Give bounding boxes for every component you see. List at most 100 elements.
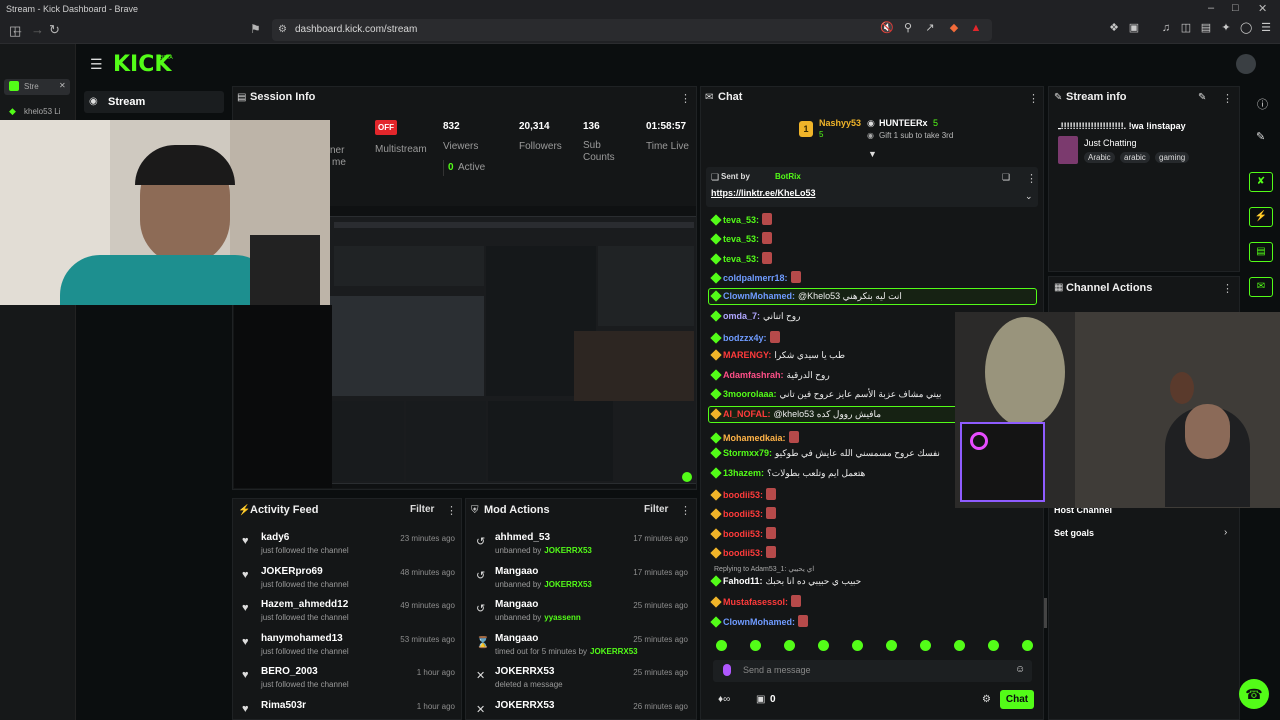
emote-icon[interactable] <box>716 640 727 651</box>
bookmark-icon[interactable]: ⚑ <box>250 22 261 36</box>
chat-username[interactable]: MARENGY: <box>723 350 771 360</box>
menu-icon[interactable]: ☰ <box>1260 22 1272 34</box>
chat-username[interactable]: boodii53: <box>723 529 763 539</box>
moderator-name[interactable]: yyassenn <box>544 613 580 622</box>
emote-icon[interactable] <box>784 640 795 651</box>
site-info-icon[interactable]: ⚙ <box>278 24 287 35</box>
stream-category[interactable]: Just Chatting <box>1084 138 1137 148</box>
screenshot-icon[interactable]: ▣ <box>1128 22 1140 34</box>
media-icon[interactable]: ♫ <box>1160 22 1172 34</box>
forward-icon[interactable]: → <box>31 22 44 37</box>
follower-name[interactable]: JOKERpro69 <box>261 566 323 577</box>
moderator-name[interactable]: JOKERRX53 <box>544 546 592 555</box>
reload-icon[interactable]: ↻ <box>49 22 60 38</box>
hamburger-icon[interactable]: ☰ <box>90 56 103 73</box>
emote-icon[interactable] <box>852 640 863 651</box>
chat-username[interactable]: AI_NOFAL: <box>723 409 771 419</box>
info-icon[interactable]: ⓘ <box>1257 96 1268 112</box>
leo-ai-icon[interactable]: ✦ <box>1220 22 1232 34</box>
flash-icon[interactable]: ⚡ <box>1249 207 1273 227</box>
follower-name[interactable]: kady6 <box>261 532 289 543</box>
chat-username[interactable]: boodii53: <box>723 490 763 500</box>
chat-username[interactable]: teva_53: <box>723 215 759 225</box>
chat-username[interactable]: bodzzx4y: <box>723 333 767 343</box>
expand-gift-icon[interactable]: ▼ <box>868 149 877 159</box>
gift-target[interactable]: HUNTEERx <box>879 118 928 128</box>
emote-icon[interactable] <box>988 640 999 651</box>
follower-name[interactable]: Rima503r <box>261 700 306 711</box>
chat-username[interactable]: Stormxx79: <box>723 448 772 458</box>
follower-name[interactable]: hanymohamed13 <box>261 633 343 644</box>
chat-username[interactable]: Fahod11: <box>723 576 763 586</box>
send-chat-button[interactable]: Chat <box>1000 690 1034 709</box>
moderator-name[interactable]: JOKERRX53 <box>590 647 638 656</box>
mod-target-name[interactable]: Mangaao <box>495 599 538 610</box>
edit-stream-info-icon[interactable]: ✎ <box>1198 92 1206 103</box>
brave-shields-icon[interactable]: ◆ <box>948 22 960 34</box>
close-window-icon[interactable]: ✕ <box>1258 2 1267 15</box>
unpin-icon[interactable]: ❏ <box>1002 172 1010 183</box>
chat-settings-icon[interactable]: ⚙ <box>982 694 991 705</box>
clip-icon[interactable]: ✘ <box>1249 172 1273 192</box>
pinned-link[interactable]: https://linktr.ee/KheLo53 <box>711 188 816 198</box>
chat-username[interactable]: boodii53: <box>723 548 763 558</box>
support-headset-icon[interactable]: ☎ <box>1239 679 1269 709</box>
set-goals-action[interactable]: Set goals <box>1054 528 1094 538</box>
chat-username[interactable]: boodii53: <box>723 509 763 519</box>
edit-icon[interactable]: ✎ <box>1256 130 1265 143</box>
set-goals-chevron-icon[interactable]: › <box>1224 527 1227 538</box>
brave-rewards-icon[interactable]: ▲ <box>970 22 982 34</box>
emote-icon[interactable] <box>920 640 931 651</box>
sidebar-panel-icon[interactable]: ◫ <box>1180 22 1192 34</box>
chat-username[interactable]: teva_53: <box>723 234 759 244</box>
chat-username[interactable]: 13hazem: <box>723 468 764 478</box>
emote-icon[interactable] <box>886 640 897 651</box>
chat-username[interactable]: coldpalmerr18: <box>723 273 788 283</box>
chat-username[interactable]: Mustafasessol: <box>723 597 788 607</box>
maximize-icon[interactable]: □ <box>1232 2 1239 14</box>
mod-target-name[interactable]: Mangaao <box>495 633 538 644</box>
moderator-name[interactable]: JOKERRX53 <box>544 580 592 589</box>
chat-username[interactable]: Mohamedkaia: <box>723 433 786 443</box>
stream-tag[interactable]: arabic <box>1120 152 1150 163</box>
tab-stream[interactable]: Stre ✕ <box>4 79 70 95</box>
mod-filter-button[interactable]: Filter <box>644 504 668 515</box>
note-icon[interactable]: ▤ <box>1249 242 1273 262</box>
emoji-icon[interactable]: ☺ <box>1015 664 1025 675</box>
minimize-icon[interactable]: – <box>1208 2 1214 14</box>
chat-username[interactable]: 3moorolaaa: <box>723 389 777 399</box>
mod-target-name[interactable]: ahhmed_53 <box>495 532 550 543</box>
chat-username[interactable]: omda_7: <box>723 311 760 321</box>
session-menu-icon[interactable]: ⋮ <box>680 92 691 105</box>
multistream-label[interactable]: Multistream <box>375 144 427 155</box>
follower-name[interactable]: BERO_2003 <box>261 666 318 677</box>
chat-username[interactable]: ClownMohamed: <box>723 291 795 301</box>
url-text[interactable]: dashboard.kick.com/stream <box>295 24 417 35</box>
channel-actions-menu-icon[interactable]: ⋮ <box>1222 282 1233 295</box>
activity-filter-button[interactable]: Filter <box>410 504 434 515</box>
pinned-menu-icon[interactable]: ⋮ <box>1026 172 1037 185</box>
mod-target-name[interactable]: JOKERRX53 <box>495 666 554 677</box>
chat-input[interactable]: Send a message ☺ <box>713 660 1032 682</box>
viewer-list-icon[interactable]: ▣ <box>756 694 765 705</box>
chat-modes-icon[interactable]: ♦∞ <box>718 694 730 705</box>
mod-target-name[interactable]: JOKERRX53 <box>495 700 554 711</box>
chat-bubble-icon[interactable]: ✉ <box>1249 277 1273 297</box>
chat-username[interactable]: Adamfashrah: <box>723 370 784 380</box>
mute-tab-icon[interactable]: 🔇 <box>880 22 894 34</box>
chat-scrollbar[interactable] <box>1044 598 1047 628</box>
activity-menu-icon[interactable]: ⋮ <box>446 504 457 517</box>
close-tab-icon[interactable]: ✕ <box>59 81 66 90</box>
chat-username[interactable]: teva_53: <box>723 254 759 264</box>
stream-info-menu-icon[interactable]: ⋮ <box>1222 92 1233 105</box>
back-icon[interactable]: ← <box>11 22 24 37</box>
vpn-icon[interactable]: ◯ <box>1240 22 1252 34</box>
pinned-author[interactable]: BotRix <box>775 172 801 181</box>
chat-menu-icon[interactable]: ⋮ <box>1028 92 1039 105</box>
wallet-icon[interactable]: ▤ <box>1200 22 1212 34</box>
follower-name[interactable]: Hazem_ahmedd12 <box>261 599 348 610</box>
chat-username[interactable]: ClownMohamed: <box>723 617 795 627</box>
emote-icon[interactable] <box>1022 640 1033 651</box>
tab-khelo53[interactable]: ◆ khelo53 Li <box>4 104 70 120</box>
stream-tag[interactable]: Arabic <box>1084 152 1115 163</box>
